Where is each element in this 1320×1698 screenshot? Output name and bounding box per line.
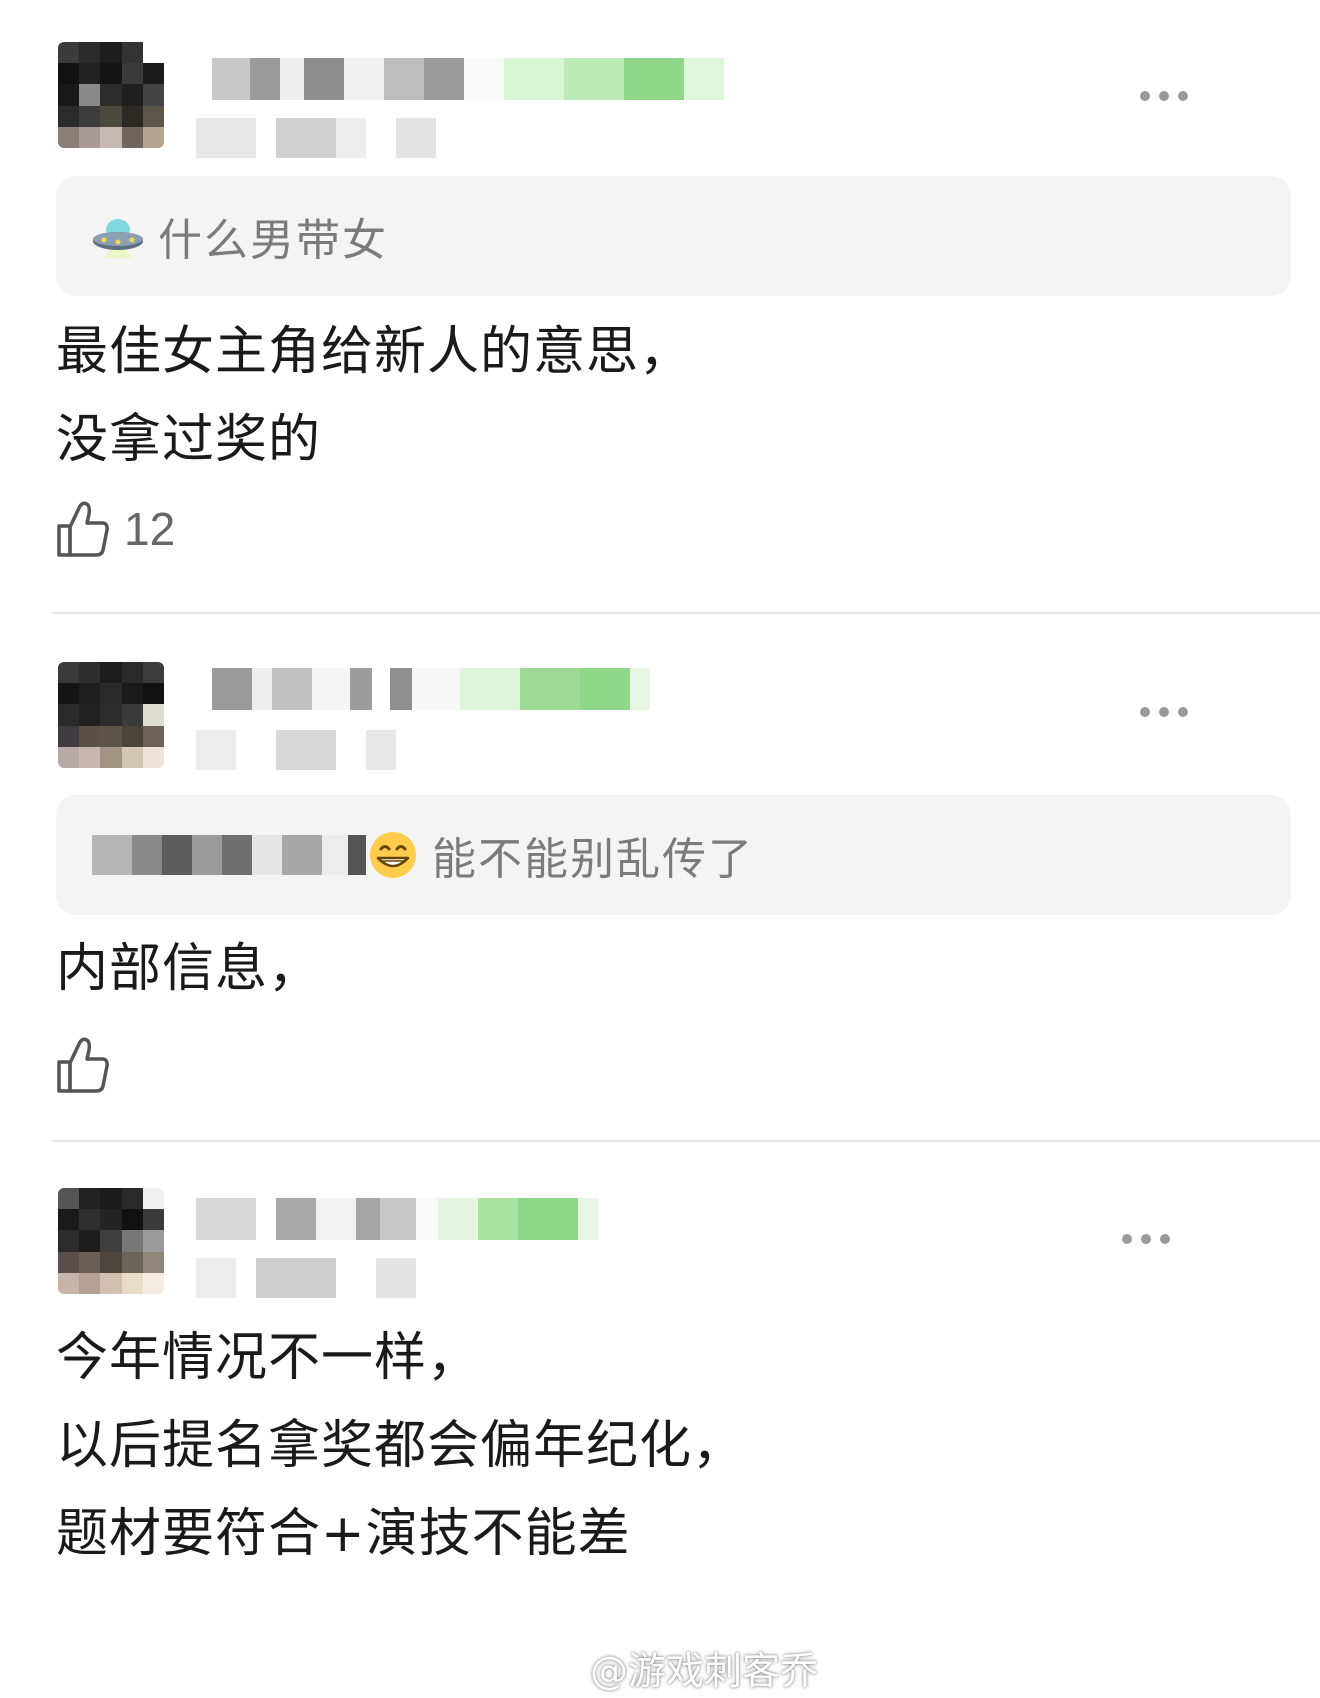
comment-body: 今年情况不一样， 以后提名拿奖都会偏年纪化， 题材要符合+演技不能差: [56, 1314, 745, 1578]
watermark-text: @游戏刺客乔: [590, 1649, 819, 1693]
comment-card-3: 今年情况不一样， 以后提名拿奖都会偏年纪化， 题材要符合+演技不能差: [0, 0, 1320, 1698]
weibo-watermark: @游戏刺客乔: [540, 1640, 818, 1695]
comment-line: 题材要符合+演技不能差: [56, 1504, 631, 1564]
more-options-icon[interactable]: [1122, 1231, 1178, 1247]
comment-line: 以后提名拿奖都会偏年纪化，: [56, 1416, 746, 1476]
username-blurred[interactable]: [196, 1198, 598, 1240]
weibo-logo-icon: [540, 1654, 582, 1684]
avatar[interactable]: [58, 1188, 164, 1294]
comment-line: 今年情况不一样，: [56, 1328, 481, 1388]
user-meta-blurred: [196, 1258, 416, 1298]
